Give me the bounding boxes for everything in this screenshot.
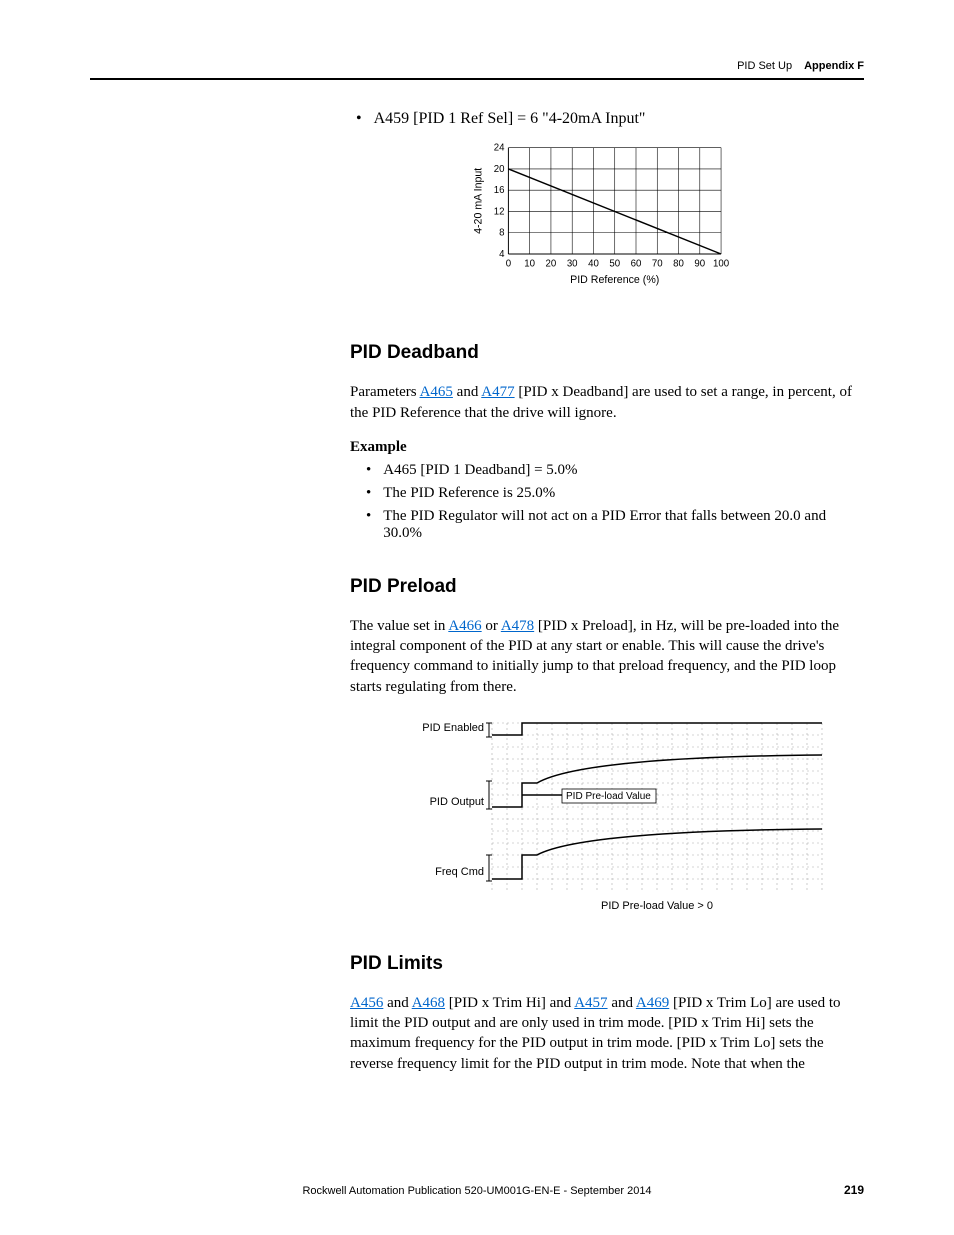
page-number: 219 bbox=[844, 1183, 864, 1197]
heading-preload: PID Preload bbox=[350, 576, 864, 598]
heading-deadband: PID Deadband bbox=[350, 342, 864, 364]
text: [PID x Trim Hi] and bbox=[445, 995, 574, 1011]
preload-annotation: PID Pre-load Value bbox=[566, 791, 651, 802]
header-rule bbox=[90, 78, 864, 80]
top-bullet-text: A459 [PID 1 Ref Sel] = 6 "4-20mA Input" bbox=[374, 110, 646, 128]
svg-text:90: 90 bbox=[694, 259, 705, 270]
label-freq-cmd: Freq Cmd bbox=[435, 866, 484, 878]
header-title: PID Set Up bbox=[737, 60, 792, 72]
label-pid-output: PID Output bbox=[430, 796, 484, 808]
preload-diagram: PID Pre-load Value PID Enabled PID Outpu… bbox=[382, 713, 832, 923]
link-a468[interactable]: A468 bbox=[412, 995, 445, 1011]
chart1-xlabel: PID Reference (%) bbox=[570, 274, 659, 286]
svg-text:20: 20 bbox=[494, 164, 505, 175]
bullet-text: The PID Reference is 25.0% bbox=[383, 485, 555, 502]
bullet-dot: • bbox=[356, 110, 362, 128]
svg-text:20: 20 bbox=[546, 259, 557, 270]
text: or bbox=[482, 618, 501, 634]
svg-text:8: 8 bbox=[499, 228, 504, 239]
svg-text:70: 70 bbox=[652, 259, 663, 270]
chart1-ylabel: 4-20 mA Input bbox=[472, 168, 484, 234]
svg-text:40: 40 bbox=[588, 259, 599, 270]
heading-limits: PID Limits bbox=[350, 953, 864, 975]
label-pid-enabled: PID Enabled bbox=[422, 722, 484, 734]
link-a457[interactable]: A457 bbox=[574, 995, 607, 1011]
text: and bbox=[608, 995, 636, 1011]
example-label: Example bbox=[350, 439, 864, 456]
link-a477[interactable]: A477 bbox=[481, 384, 514, 400]
list-item: •A465 [PID 1 Deadband] = 5.0% bbox=[360, 462, 864, 479]
svg-text:12: 12 bbox=[494, 206, 505, 217]
svg-text:50: 50 bbox=[609, 259, 620, 270]
link-a478[interactable]: A478 bbox=[501, 618, 534, 634]
footer-pub: Rockwell Automation Publication 520-UM00… bbox=[0, 1185, 954, 1197]
link-a469[interactable]: A469 bbox=[636, 995, 669, 1011]
svg-text:60: 60 bbox=[631, 259, 642, 270]
link-a465[interactable]: A465 bbox=[420, 384, 453, 400]
bullet-text: The PID Regulator will not act on a PID … bbox=[383, 508, 864, 542]
limits-para: A456 and A468 [PID x Trim Hi] and A457 a… bbox=[350, 993, 864, 1074]
top-bullet: • A459 [PID 1 Ref Sel] = 6 "4-20mA Input… bbox=[350, 110, 864, 128]
text: The value set in bbox=[350, 618, 448, 634]
text: and bbox=[453, 384, 481, 400]
link-a466[interactable]: A466 bbox=[448, 618, 481, 634]
svg-text:0: 0 bbox=[506, 259, 511, 270]
svg-text:100: 100 bbox=[713, 259, 729, 270]
svg-text:16: 16 bbox=[494, 185, 505, 196]
svg-text:10: 10 bbox=[524, 259, 535, 270]
list-item: •The PID Reference is 25.0% bbox=[360, 485, 864, 502]
bullet-text: A465 [PID 1 Deadband] = 5.0% bbox=[383, 462, 577, 479]
list-item: •The PID Regulator will not act on a PID… bbox=[360, 508, 864, 542]
svg-text:80: 80 bbox=[673, 259, 684, 270]
preload-caption: PID Pre-load Value > 0 bbox=[601, 900, 713, 912]
svg-text:30: 30 bbox=[567, 259, 578, 270]
header-appendix: Appendix F bbox=[804, 60, 864, 72]
svg-text:4: 4 bbox=[499, 249, 505, 260]
text: Parameters bbox=[350, 384, 420, 400]
link-a456[interactable]: A456 bbox=[350, 995, 383, 1011]
pid-ref-chart: 4 8 12 16 20 24 0 10 20 30 40 50 60 70 bbox=[462, 138, 752, 302]
preload-para: The value set in A466 or A478 [PID x Pre… bbox=[350, 616, 864, 697]
deadband-para: Parameters A465 and A477 [PID x Deadband… bbox=[350, 382, 864, 423]
text: and bbox=[383, 995, 411, 1011]
svg-text:24: 24 bbox=[494, 143, 505, 154]
